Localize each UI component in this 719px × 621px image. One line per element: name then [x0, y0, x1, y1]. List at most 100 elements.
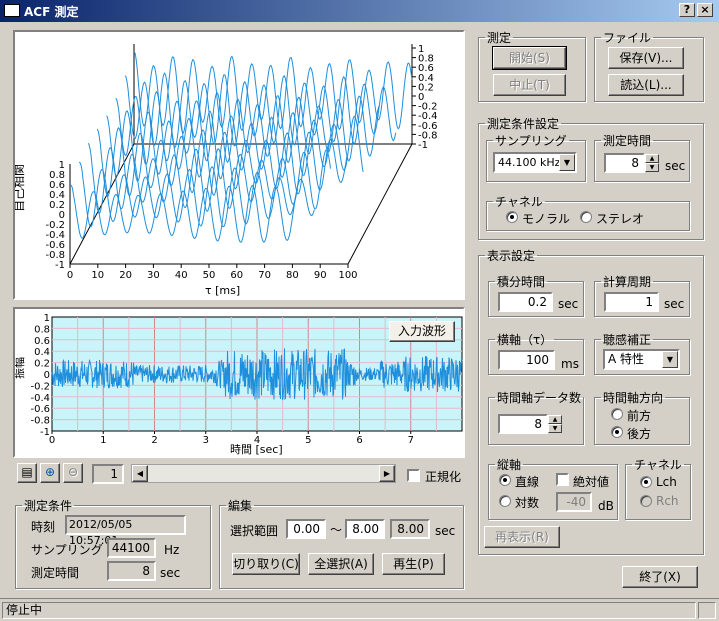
duration-label: 測定時間 — [31, 566, 80, 580]
abs-checkbox[interactable] — [556, 473, 569, 486]
sampling-legend: サンプリング — [495, 134, 567, 148]
acf-back-y-tick-label: -1 — [418, 140, 428, 151]
stereo-label: ステレオ — [596, 212, 645, 226]
acf-x-tick-label: 100 — [338, 270, 357, 281]
forward-radio[interactable] — [611, 408, 623, 420]
wave-y-tick-label: 1 — [44, 313, 50, 324]
acf-x-tick-label: 40 — [175, 270, 188, 281]
sampling-select-value: 44.100 kHz — [498, 156, 561, 169]
backward-radio[interactable] — [611, 426, 623, 438]
select-all-button[interactable]: 全選択(A) — [308, 553, 374, 575]
stop-button[interactable]: 中止(T) — [493, 74, 566, 96]
page-field[interactable]: 1 — [92, 464, 124, 484]
zoom-in-button[interactable]: ⊕ — [40, 463, 60, 483]
range-end-input[interactable]: 8.00 — [345, 519, 385, 539]
status-bar: 停止中 — [0, 598, 719, 621]
duration-spinner[interactable]: ▲ ▼ — [645, 154, 659, 172]
spin-up-icon[interactable]: ▲ — [548, 415, 562, 424]
dropdown-arrow-icon[interactable]: ▼ — [559, 154, 575, 171]
forward-label: 前方 — [627, 409, 652, 423]
sampling-select[interactable]: 44.100 kHz ▼ — [493, 152, 577, 173]
period-unit: sec — [664, 297, 685, 311]
play-button[interactable]: 再生(P) — [382, 553, 445, 575]
wave-y-tick-label: -1 — [40, 427, 50, 438]
acf-x-tick-label: 10 — [91, 270, 104, 281]
tdata-legend: 時間軸データ数 — [497, 391, 582, 405]
wave-ylabel: 振幅 — [15, 357, 26, 379]
acf-x-tick-label: 50 — [203, 270, 216, 281]
range-start-input[interactable]: 0.00 — [286, 519, 326, 539]
range-tilde: ～ — [330, 523, 343, 537]
wave-x-tick-label: 6 — [356, 435, 362, 446]
acf-x-tick-label: 70 — [258, 270, 271, 281]
scroll-right-arrow-icon[interactable]: ▶ — [379, 465, 395, 482]
status-text: 停止中 — [2, 602, 696, 619]
spin-down-icon[interactable]: ▼ — [645, 163, 659, 172]
wave-y-tick-label: -0.2 — [30, 381, 50, 392]
acf-x-tick-label: 60 — [230, 270, 243, 281]
tdata-input[interactable]: 8 — [498, 414, 548, 434]
period-legend: 計算周期 — [603, 275, 652, 289]
db-input[interactable]: -40 — [556, 492, 592, 512]
haxis-input[interactable]: 100 — [498, 350, 555, 370]
zoom-out-button[interactable]: ⊖ — [63, 463, 83, 483]
fit-view-icon: ▤ — [21, 465, 33, 479]
help-button[interactable]: ? — [679, 3, 695, 17]
linear-radio[interactable] — [499, 474, 511, 486]
acf-3d-plot: 0 10 20 30 40 50 60 70 80 90 100 10.80.60.40.20-0.… — [12, 44, 438, 297]
zoom-in-icon: ⊕ — [44, 465, 56, 479]
integ-legend: 積分時間 — [497, 275, 546, 289]
vaxis-legend: 縦軸 — [497, 458, 522, 472]
lch-radio[interactable] — [640, 476, 652, 488]
cut-button[interactable]: 切り取り(C) — [232, 553, 300, 575]
acf-x-tick-label: 20 — [119, 270, 132, 281]
duration-unit-label: sec — [665, 159, 686, 173]
waveform-plot-panel: 01234567 1 0.8 0.6 0.4 0.2 0 -0.2 -0.4 -0.6 -0.8-… — [12, 307, 465, 458]
redraw-button[interactable]: 再表示(R) — [484, 526, 560, 548]
start-button[interactable]: 開始(S) — [492, 46, 567, 70]
acf-xlabel: τ [ms] — [205, 284, 240, 297]
lch-label: Lch — [656, 475, 677, 489]
acf-y-tick-label: -1 — [55, 260, 65, 271]
wave-xlabel: 時間 [sec] — [230, 443, 283, 456]
duration-unit: sec — [160, 566, 181, 580]
measure-legend: 測定 — [487, 31, 512, 45]
time-value: 2012/05/05 10:57:01 — [65, 515, 186, 547]
edit-legend: 編集 — [228, 499, 253, 513]
close-button[interactable]: × — [697, 3, 713, 17]
db-unit: dB — [598, 499, 614, 513]
normalize-checkbox[interactable] — [407, 469, 420, 482]
weighting-select[interactable]: A 特性 ▼ — [603, 349, 680, 370]
spin-down-icon[interactable]: ▼ — [548, 424, 562, 433]
wave-x-tick-label: 3 — [203, 435, 209, 446]
size-grip[interactable] — [698, 602, 716, 619]
exit-button[interactable]: 終了(X) — [622, 566, 698, 588]
haxis-legend: 横軸（τ） — [497, 333, 553, 347]
wave-x-tick-label: 2 — [151, 435, 157, 446]
duration-input[interactable]: 8 — [604, 153, 645, 173]
dropdown-arrow-icon[interactable]: ▼ — [662, 351, 678, 368]
measure-info-legend: 測定条件 — [24, 499, 73, 513]
acf-ylabel: 自己相関 — [15, 164, 26, 212]
tdata-spinner[interactable]: ▲ ▼ — [548, 415, 562, 433]
scroll-left-arrow-icon[interactable]: ◀ — [132, 465, 148, 482]
stereo-radio[interactable] — [580, 211, 592, 223]
integ-input[interactable]: 0.2 — [498, 292, 553, 312]
abs-label: 絶対値 — [573, 475, 610, 489]
edit-group: 編集 — [219, 497, 464, 589]
period-input[interactable]: 1 — [604, 292, 659, 312]
rch-radio[interactable] — [640, 495, 652, 507]
log-radio[interactable] — [499, 495, 511, 507]
acf-plot-panel: 0 10 20 30 40 50 60 70 80 90 100 1 0.8 0.6 0.4 0.2 0 -0.… — [12, 30, 465, 300]
zoom-out-icon: ⊖ — [67, 465, 79, 479]
fit-view-button[interactable]: ▤ — [17, 463, 37, 483]
time-scrollbar[interactable]: ◀ ▶ — [131, 464, 396, 483]
acf-x-tick-label: 0 — [67, 270, 73, 281]
channel-legend: チャネル — [495, 195, 543, 209]
input-waveform-badge[interactable]: 入力波形 — [389, 321, 455, 342]
save-button[interactable]: 保存(V)... — [608, 47, 684, 69]
spin-up-icon[interactable]: ▲ — [645, 154, 659, 163]
load-button[interactable]: 読込(L)... — [608, 74, 684, 96]
duration-legend: 測定時間 — [603, 134, 652, 148]
mono-radio[interactable] — [506, 211, 518, 223]
